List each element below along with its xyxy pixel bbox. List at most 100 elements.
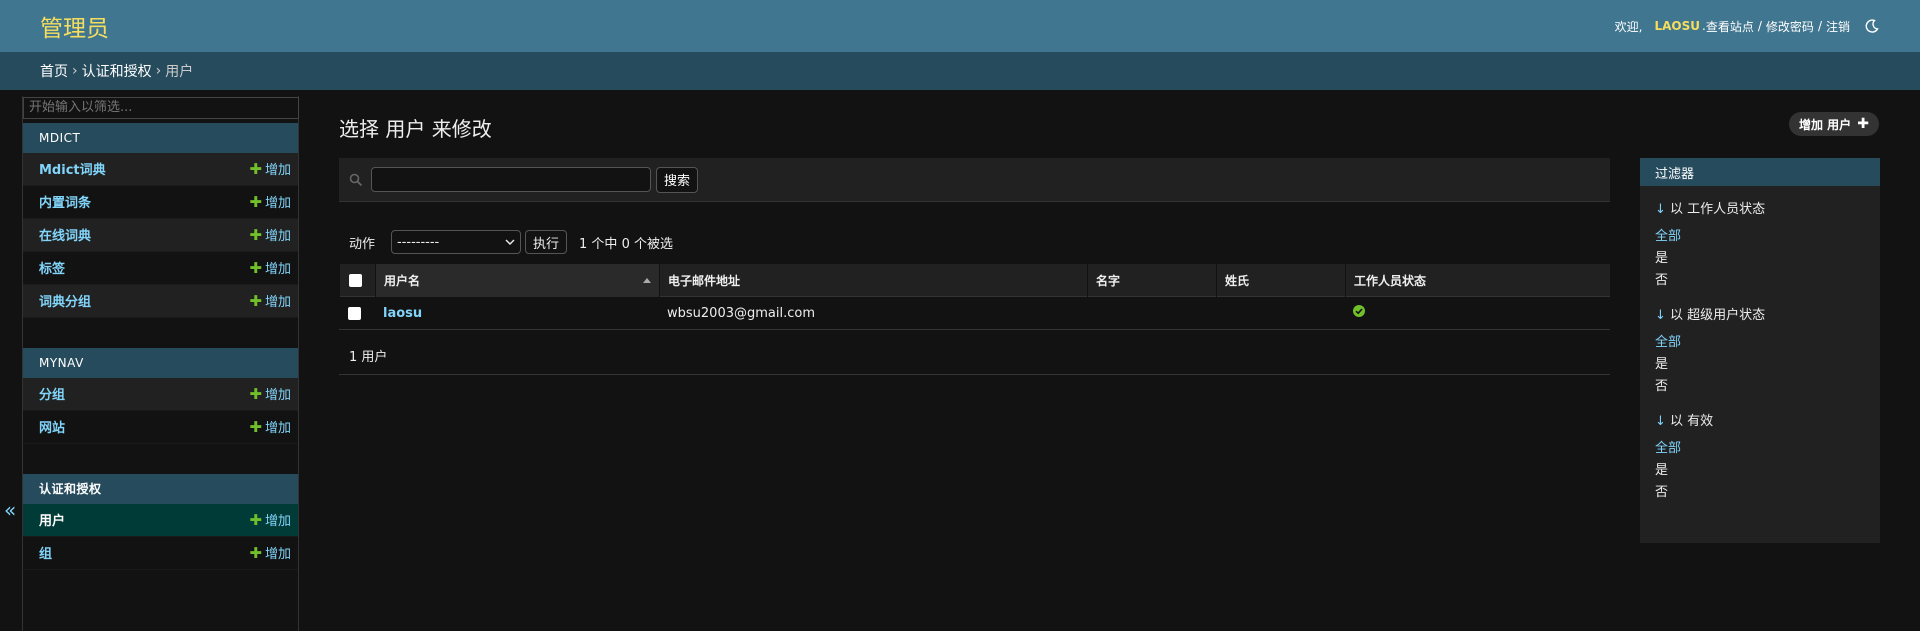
plus-icon: ✚	[249, 510, 262, 529]
search-button[interactable]: 搜索	[656, 166, 699, 193]
moon-icon[interactable]	[1864, 18, 1880, 34]
sidebar-item-tags[interactable]: 标签 ✚ 增加	[23, 251, 298, 285]
search-input[interactable]	[371, 167, 651, 192]
sidebar-item-label[interactable]: 用户	[39, 510, 65, 529]
sidebar-item-auth-groups[interactable]: 组 ✚ 增加	[23, 536, 298, 570]
filter-option-no[interactable]: 否	[1655, 376, 1865, 398]
selection-counter: 1 个中 0 个被选	[579, 236, 673, 252]
username: LAOSU	[1654, 19, 1701, 33]
filter-option-no[interactable]: 否	[1655, 270, 1865, 292]
filter-option-yes[interactable]: 是	[1655, 460, 1865, 482]
filter-group-superuser: ↓ 以 超级用户状态 全部 是 否	[1640, 292, 1880, 398]
arrow-down-icon: ↓	[1655, 308, 1666, 323]
filter-option-yes[interactable]: 是	[1655, 354, 1865, 376]
add-user-label: 增加 用户	[1799, 117, 1852, 132]
add-label: 增加	[264, 388, 291, 403]
breadcrumb-home[interactable]: 首页	[40, 61, 68, 81]
filter-group-title[interactable]: ↓ 以 有效	[1655, 410, 1865, 429]
filter-title: 过滤器	[1640, 158, 1880, 186]
column-header-username[interactable]: 用户名	[375, 263, 659, 297]
filter-group-title[interactable]: ↓ 以 超级用户状态	[1655, 304, 1865, 323]
filter-option-yes[interactable]: 是	[1655, 248, 1865, 270]
search-toolbar: 搜索	[339, 158, 1610, 202]
sidebar-item-label[interactable]: Mdict词典	[39, 159, 106, 178]
plus-icon: ✚	[249, 258, 262, 277]
column-label: 电子邮件地址	[668, 273, 741, 288]
go-button[interactable]: 执行	[525, 230, 568, 254]
filter-option-all[interactable]: 全部	[1655, 438, 1865, 460]
sidebar-item-label[interactable]: 分组	[39, 384, 65, 403]
action-select-value: ---------	[397, 234, 440, 250]
filter-group-active: ↓ 以 有效 全部 是 否	[1640, 398, 1880, 504]
filter-group-title[interactable]: ↓ 以 工作人员状态	[1655, 198, 1865, 217]
filter-group-label: 以 有效	[1670, 414, 1714, 429]
sidebar-item-label[interactable]: 内置词条	[39, 192, 91, 211]
collapse-sidebar-button[interactable]: «	[4, 498, 16, 522]
sidebar-item-label[interactable]: 词典分组	[39, 291, 91, 310]
module-mdict: MDICT Mdict词典 ✚ 增加 内置词条 ✚ 增加 在线词典 ✚ 增加 标签 ✚ 增加 词…	[23, 122, 298, 318]
add-link[interactable]: ✚ 增加	[249, 417, 291, 437]
breadcrumb-app[interactable]: 认证和授权	[82, 61, 152, 81]
module-auth: 认证和授权 用户 ✚ 增加 组 ✚ 增加	[23, 473, 298, 570]
module-caption[interactable]: MDICT	[23, 122, 298, 153]
add-label: 增加	[264, 196, 291, 211]
filter-option-all[interactable]: 全部	[1655, 226, 1865, 248]
paginator: 1 用户	[339, 337, 1610, 375]
separator: /	[1757, 19, 1762, 33]
column-header-staff-status[interactable]: 工作人员状态	[1345, 263, 1610, 297]
add-label: 增加	[264, 547, 291, 562]
sidebar-item-groups[interactable]: 分组 ✚ 增加	[23, 377, 298, 411]
column-header-email[interactable]: 电子邮件地址	[659, 263, 1087, 297]
sidebar-item-label[interactable]: 网站	[39, 417, 65, 436]
sidebar-item-builtin-entries[interactable]: 内置词条 ✚ 增加	[23, 185, 298, 219]
change-password-link[interactable]: 修改密码	[1766, 18, 1814, 35]
arrow-down-icon: ↓	[1655, 414, 1666, 429]
add-link[interactable]: ✚ 增加	[249, 291, 291, 311]
filter-group-staff: ↓ 以 工作人员状态 全部 是 否	[1640, 186, 1880, 292]
add-link[interactable]: ✚ 增加	[249, 510, 291, 530]
select-all-checkbox[interactable]	[349, 273, 362, 287]
sidebar-item-label[interactable]: 在线词典	[39, 225, 91, 244]
add-link[interactable]: ✚ 增加	[249, 225, 291, 245]
nav-filter-input[interactable]	[23, 96, 299, 119]
column-label: 姓氏	[1225, 273, 1250, 288]
add-label: 增加	[264, 262, 291, 277]
sidebar-item-mdict-dict[interactable]: Mdict词典 ✚ 增加	[23, 152, 298, 186]
table-row: laosu wbsu2003@gmail.com	[339, 297, 1610, 330]
filter-option-all[interactable]: 全部	[1655, 332, 1865, 354]
row-checkbox[interactable]	[348, 306, 361, 320]
sort-asc-icon[interactable]	[643, 277, 651, 283]
breadcrumb-current: 用户	[165, 64, 194, 80]
column-header-first-name[interactable]: 名字	[1087, 263, 1216, 297]
plus-icon: ✚	[249, 384, 262, 403]
sidebar-item-dict-groups[interactable]: 词典分组 ✚ 增加	[23, 284, 298, 318]
filter-option-no[interactable]: 否	[1655, 482, 1865, 504]
column-header-last-name[interactable]: 姓氏	[1216, 263, 1345, 297]
add-label: 增加	[264, 295, 291, 310]
view-site-link[interactable]: 查看站点	[1706, 18, 1754, 35]
add-link[interactable]: ✚ 增加	[249, 258, 291, 278]
add-link[interactable]: ✚ 增加	[249, 384, 291, 404]
add-link[interactable]: ✚ 增加	[249, 159, 291, 179]
add-link[interactable]: ✚ 增加	[249, 192, 291, 212]
action-select[interactable]: ---------	[391, 230, 522, 254]
sidebar-item-online-dict[interactable]: 在线词典 ✚ 增加	[23, 218, 298, 252]
module-caption[interactable]: MYNAV	[23, 347, 298, 378]
module-caption[interactable]: 认证和授权	[23, 473, 298, 504]
site-brand[interactable]: 管理员	[40, 9, 109, 43]
add-label: 增加	[264, 514, 291, 529]
plus-icon: ✚	[249, 291, 262, 310]
add-link[interactable]: ✚ 增加	[249, 543, 291, 563]
staff-status-cell	[1345, 305, 1610, 321]
add-user-button[interactable]: 增加 用户 ✚	[1789, 112, 1879, 136]
sidebar-item-users[interactable]: 用户 ✚ 增加	[23, 503, 298, 537]
plus-icon: ✚	[249, 192, 262, 211]
nav-sidebar: MDICT Mdict词典✚增加 内置词条✚增加 在线词典✚增加 标签✚增加 词…	[22, 96, 299, 631]
sidebar-item-label[interactable]: 标签	[39, 258, 65, 277]
sidebar-item-sites[interactable]: 网站 ✚ 增加	[23, 410, 298, 444]
logout-link[interactable]: 注销	[1826, 18, 1850, 35]
sidebar-item-label[interactable]: 组	[39, 543, 52, 562]
plus-icon: ✚	[1857, 116, 1869, 132]
username-link[interactable]: laosu	[375, 306, 659, 321]
separator: /	[1817, 19, 1822, 33]
